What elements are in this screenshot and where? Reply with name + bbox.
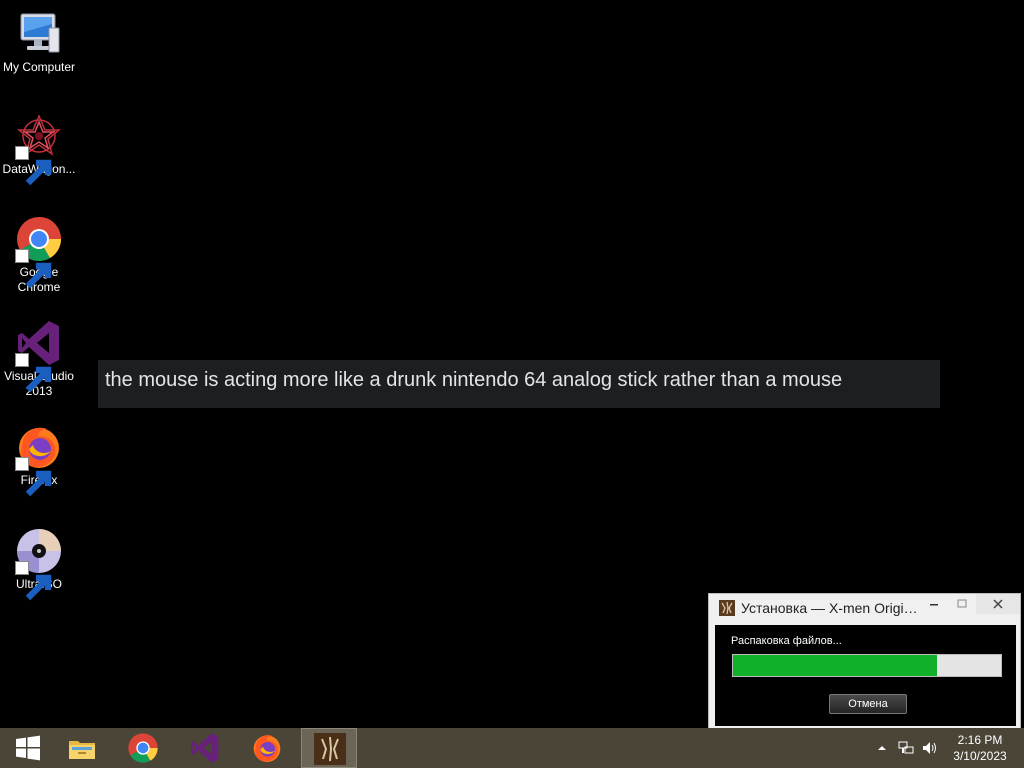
installer-content: Распаковка файлов... Отмена [715,625,1016,726]
close-button[interactable] [976,594,1020,614]
desktop-icon-firefox[interactable]: Firefox [2,423,76,497]
firefox-icon [253,735,281,762]
installer-title: Установка — X-men Origins: Wolverine [741,600,919,616]
installer-progress-bar [732,654,1002,677]
chrome-icon [15,215,63,289]
clock-time: 2:16 PM [957,733,1003,747]
caption-overlay: the mouse is acting more like a drunk ni… [98,360,940,408]
taskbar: 2:16 PM 3/10/2023 [0,728,1024,768]
show-hidden-icons-icon [878,746,886,750]
cancel-button[interactable]: Отмена [829,694,907,714]
volume-tray-button[interactable] [920,728,940,768]
show-hidden-icons-button[interactable] [872,728,892,768]
ultraiso-icon [15,527,63,601]
start-button[interactable] [0,728,56,768]
desktop-icon-google-chrome[interactable]: Google Chrome [2,215,76,295]
desktop-icon-my-computer[interactable]: My Computer [2,10,76,75]
minimize-button[interactable] [923,594,945,614]
taskbar-file-explorer[interactable] [54,728,110,768]
chrome-icon [128,733,158,763]
shortcut-arrow-icon [15,146,52,186]
shortcut-arrow-icon [15,353,52,393]
desktop-icon-ultraiso[interactable]: UltraISO [2,527,76,601]
taskbar-visual-studio[interactable] [177,728,233,768]
installer-titlebar[interactable]: Установка — X-men Origins: Wolverine [709,594,1020,622]
desktop-icon-visual-studio[interactable]: Visual Studio 2013 [2,319,76,399]
shortcut-arrow-icon [15,561,52,601]
file-explorer-icon [69,741,95,759]
maximize-icon [957,599,967,608]
taskbar-clock[interactable]: 2:16 PM 3/10/2023 [946,732,1014,764]
minimize-icon [930,604,938,606]
desktop-icon-datawagon[interactable]: DataWagon... [2,112,76,186]
visual-studio-icon [15,319,63,393]
datawagon-icon [15,112,63,186]
desktop-icon-label: My Computer [2,60,76,74]
computer-icon [15,10,63,58]
start-icon [16,735,40,761]
network-icon [898,741,914,754]
volume-icon [923,742,936,754]
network-tray-button[interactable] [896,728,916,768]
wolverine-installer-icon [314,733,346,765]
installer-window: Установка — X-men Origins: Wolverine Рас… [708,593,1021,730]
wolverine-app-icon [719,600,735,616]
close-icon [993,599,1003,609]
taskbar-firefox[interactable] [239,728,295,768]
visual-studio-icon [191,733,219,763]
shortcut-arrow-icon [15,457,52,497]
taskbar-wolverine-installer[interactable] [301,728,357,768]
maximize-button[interactable] [949,594,975,614]
installer-status-text: Распаковка файлов... [731,635,842,647]
shortcut-arrow-icon [15,249,52,289]
taskbar-chrome[interactable] [115,728,171,768]
clock-date: 3/10/2023 [953,749,1007,763]
firefox-icon [15,423,63,497]
progress-fill [733,655,937,676]
